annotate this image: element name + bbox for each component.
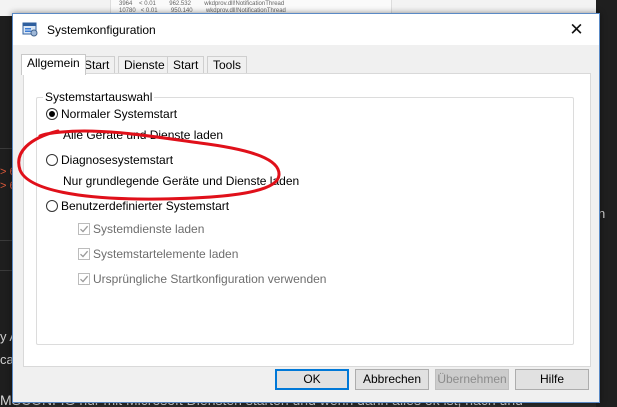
- close-button[interactable]: ✕: [554, 14, 599, 45]
- startup-selection-group: Systemstartauswahl Normaler Systemstart …: [36, 90, 574, 345]
- use-original-boot-config-label: Ursprüngliche Startkonfiguration verwend…: [93, 272, 327, 286]
- system-configuration-dialog: Systemkonfiguration ✕ Allgemein Start Di…: [12, 13, 600, 403]
- cancel-button[interactable]: Abbrechen: [355, 369, 429, 390]
- diagnostic-startup-description: Nur grundlegende Geräte und Dienste lade…: [63, 174, 300, 188]
- tab-panel-allgemein: Systemstartauswahl Normaler Systemstart …: [23, 73, 591, 367]
- background-row: 3964 < 0.01 962.532 wkdprov.dll!Notifica…: [119, 1, 285, 7]
- tab-dienste[interactable]: Dienste: [118, 56, 171, 73]
- normal-startup-description: Alle Geräte und Dienste laden: [63, 128, 224, 142]
- checkmark-icon: [80, 250, 89, 258]
- normal-startup-label[interactable]: Normaler Systemstart: [61, 107, 177, 121]
- diagnostic-startup-radio[interactable]: [46, 154, 58, 166]
- load-startup-items-label: Systemstartelemente laden: [93, 247, 239, 261]
- dialog-title: Systemkonfiguration: [47, 23, 156, 37]
- tab-tools[interactable]: Tools: [207, 56, 248, 73]
- custom-startup-radio[interactable]: [46, 200, 58, 212]
- custom-startup-label[interactable]: Benutzerdefinierter Systemstart: [61, 199, 229, 213]
- msconfig-app-icon: [22, 22, 38, 37]
- group-title: Systemstartauswahl: [43, 90, 155, 104]
- load-startup-items-checkbox[interactable]: [78, 248, 90, 260]
- ok-button[interactable]: OK: [275, 369, 349, 390]
- use-original-boot-config-checkbox[interactable]: [78, 273, 90, 285]
- close-icon: ✕: [569, 19, 584, 39]
- tab-start-2[interactable]: Start: [167, 56, 205, 73]
- help-button[interactable]: Hilfe: [515, 369, 589, 390]
- tab-allgemein[interactable]: Allgemein: [21, 54, 86, 75]
- checkmark-icon: [80, 225, 89, 233]
- load-system-services-label: Systemdienste laden: [93, 222, 205, 236]
- diagnostic-startup-label[interactable]: Diagnosesystemstart: [61, 153, 173, 167]
- radio-selected-dot: [49, 111, 55, 117]
- normal-startup-radio[interactable]: [46, 108, 58, 120]
- apply-button: Übernehmen: [435, 369, 509, 390]
- load-system-services-checkbox[interactable]: [78, 223, 90, 235]
- title-bar[interactable]: Systemkonfiguration ✕: [13, 14, 599, 45]
- checkmark-icon: [80, 275, 89, 283]
